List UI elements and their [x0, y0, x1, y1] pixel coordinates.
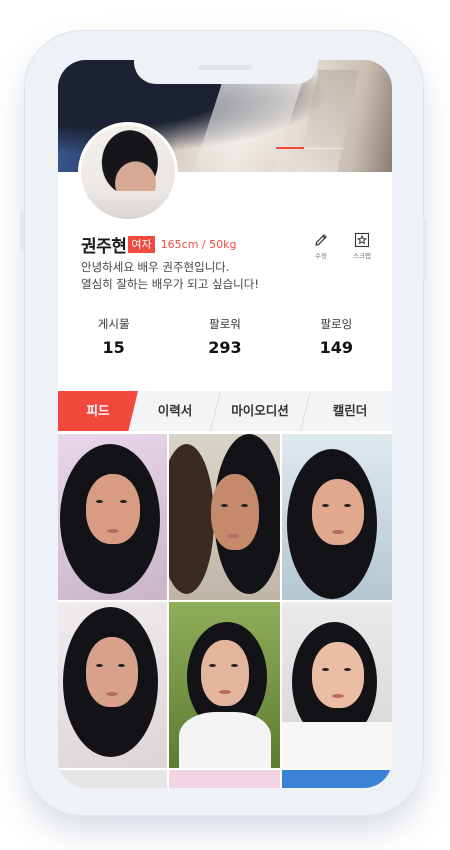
cover-carousel-track [304, 148, 344, 149]
phone-notch [134, 60, 318, 84]
tab-resume[interactable]: 이력서 [138, 391, 212, 431]
stat-value: 15 [102, 338, 125, 357]
bio-line: 안녕하세요 배우 권주현입니다. [81, 260, 230, 274]
scrap-label: 스크랩 [353, 252, 371, 260]
side-button [423, 220, 427, 280]
tab-feed[interactable]: 피드 [58, 391, 138, 431]
pencil-icon [315, 234, 327, 246]
feed-photo[interactable] [282, 434, 392, 600]
stat-posts[interactable]: 게시물 15 [58, 316, 169, 357]
app-screen: 권주현 여자 165cm / 50kg 안녕하세요 배우 권주현입니다. 열심히… [58, 60, 392, 788]
edit-button[interactable]: 수정 [307, 232, 335, 260]
feed-photo[interactable] [58, 434, 167, 600]
feed-photo[interactable] [58, 770, 167, 788]
star-bookmark-icon [354, 232, 370, 248]
scrap-button[interactable]: 스크랩 [348, 232, 376, 260]
profile-bio: 안녕하세요 배우 권주현입니다. 열심히 잘하는 배우가 되고 싶습니다! [81, 259, 259, 293]
feed-photo[interactable] [282, 602, 392, 768]
height-weight: 165cm / 50kg [160, 238, 237, 251]
cover-carousel-indicator [276, 147, 304, 149]
profile-stats: 게시물 15 팔로워 293 팔로잉 149 [58, 316, 392, 357]
stat-label: 팔로잉 [320, 317, 353, 331]
stat-label: 게시물 [97, 317, 130, 331]
feed-photo[interactable] [169, 602, 280, 768]
avatar[interactable] [78, 122, 178, 222]
edit-label: 수정 [315, 252, 327, 260]
tab-my-audition[interactable]: 마이오디션 [212, 391, 308, 431]
tab-label: 캘린더 [332, 403, 368, 418]
stat-label: 팔로워 [209, 317, 241, 331]
stat-following[interactable]: 팔로잉 149 [281, 316, 392, 357]
bio-line: 열심히 잘하는 배우가 되고 싶습니다! [81, 277, 259, 291]
tab-calendar[interactable]: 캘린더 [308, 391, 392, 431]
feed-photo[interactable] [169, 434, 280, 600]
gender-badge: 여자 [128, 236, 155, 253]
profile-name-row: 권주현 여자 165cm / 50kg [81, 232, 236, 257]
tab-label: 이력서 [157, 403, 193, 418]
feed-photo[interactable] [169, 770, 280, 788]
phone-speaker [198, 65, 252, 70]
stat-followers[interactable]: 팔로워 293 [169, 316, 280, 357]
stat-value: 293 [208, 338, 242, 357]
side-button [20, 210, 24, 250]
tab-label: 마이오디션 [231, 403, 289, 418]
profile-tabs: 피드 이력서 마이오디션 캘린더 [58, 391, 392, 431]
profile-name: 권주현 [81, 237, 127, 257]
tab-label: 피드 [86, 403, 110, 418]
feed-photo[interactable] [58, 602, 167, 768]
stat-value: 149 [319, 338, 354, 357]
feed-photo[interactable] [282, 770, 392, 788]
